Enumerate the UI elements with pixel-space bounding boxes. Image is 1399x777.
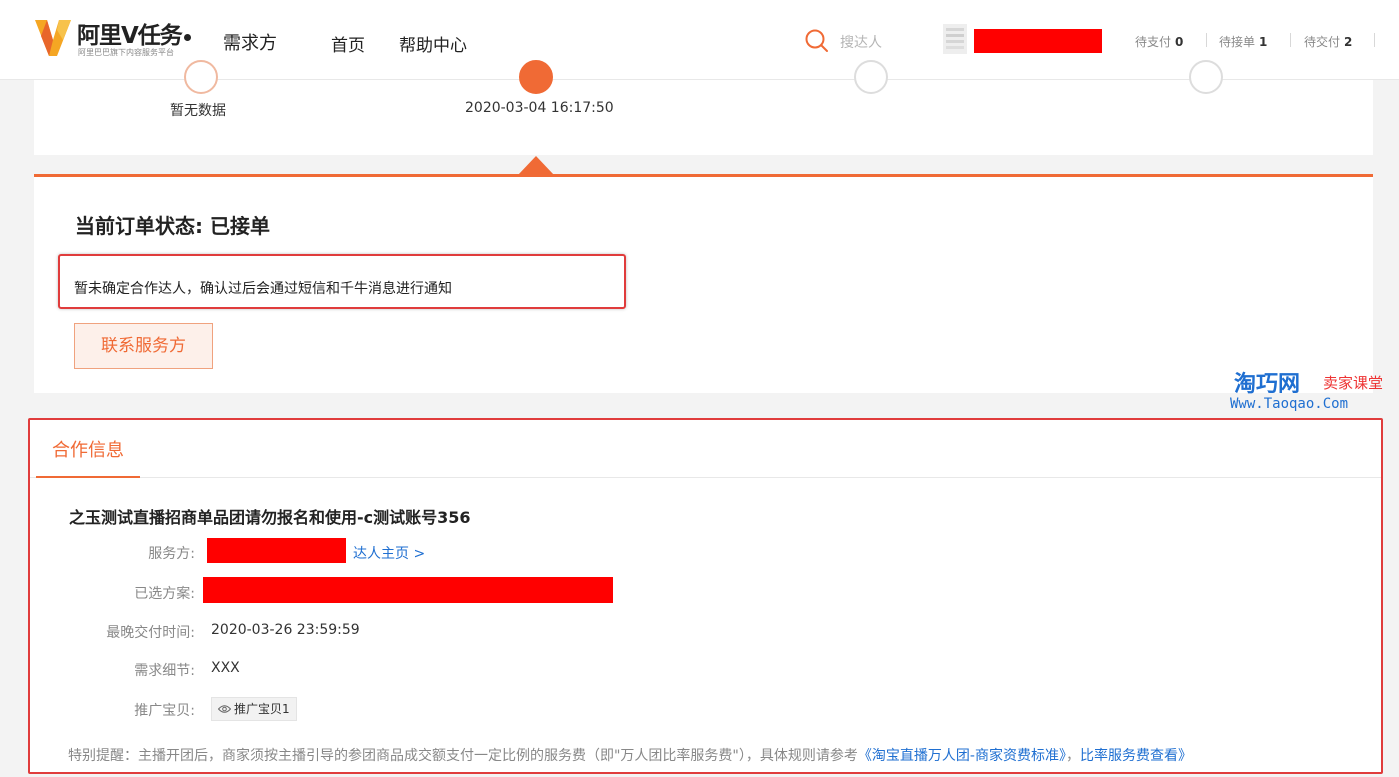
nav-home[interactable]: 首页 [331,31,365,56]
provider-homepage-link[interactable]: 达人主页 > [353,543,425,563]
nav-help-center[interactable]: 帮助中心 [399,31,467,56]
avatar[interactable] [940,20,970,58]
watermark: 淘巧网 卖家课堂 Www.Taoqao.Com [1228,366,1398,416]
divider [1374,33,1375,47]
order-status-title: 当前订单状态: 已接单 [75,214,270,238]
v-logo-icon [35,20,71,56]
detail-label: 需求细节: [134,663,195,679]
watermark-tag: 卖家课堂 [1323,374,1384,392]
logo-subtitle: 阿里巴巴旗下内容服务平台 [78,48,174,57]
eye-icon [217,705,232,713]
stat-pending-accept[interactable]: 待接单 1 [1219,33,1267,50]
provider-redacted [207,538,346,563]
cooperation-name: 之玉测试直播招商单品团请勿报名和使用-c测试账号356 [69,508,471,527]
reminder-separator: ， [1065,748,1080,764]
role-label: 需求方 [223,33,277,54]
notice-box: 暂未确定合作达人，确认过后会通过短信和千牛消息进行通知 [58,254,626,309]
order-status-card: 当前订单状态: 已接单 暂未确定合作达人，确认过后会通过短信和千牛消息进行通知 … [34,177,1373,393]
search-box[interactable]: 搜达人 [805,28,915,54]
stat-pending-delivery[interactable]: 待交付 2 [1304,33,1352,50]
step-date: 2020-03-04 16:17:50 [465,100,614,116]
search-icon[interactable] [805,28,829,54]
cooperation-header: 合作信息 [30,420,1381,478]
status-pointer [518,156,554,175]
contact-provider-button[interactable]: 联系服务方 [74,323,213,369]
plan-redacted [203,577,613,603]
cooperation-info-card: 合作信息 之玉测试直播招商单品团请勿报名和使用-c测试账号356 服务方: 达人… [28,418,1383,774]
deadline-label: 最晚交付时间: [106,625,195,641]
tab-cooperation-info[interactable]: 合作信息 [36,420,140,478]
watermark-brand: 淘巧网 [1234,372,1301,397]
logo[interactable]: 阿里V任务 阿里巴巴旗下内容服务平台 [33,16,213,60]
detail-value: XXX [211,660,240,676]
progress-steps: 暂无数据 2020-03-04 16:17:50 [34,60,1373,155]
promoted-item-tag[interactable]: 推广宝贝1 [211,697,297,721]
notice-text: 暂未确定合作达人，确认过后会通过短信和千牛消息进行通知 [74,281,452,297]
stat-pending-payment[interactable]: 待支付 0 [1135,33,1183,50]
deadline-value: 2020-03-26 23:59:59 [211,622,360,638]
divider [1206,33,1207,47]
promoted-item-name: 推广宝贝1 [234,702,290,716]
reminder-text: 特别提醒：主播开团后，商家须按主播引导的参团商品成交额支付一定比例的服务费（即"… [68,748,858,764]
step-circle [184,60,218,94]
search-input[interactable]: 搜达人 [840,32,882,52]
step-date: 暂无数据 [170,103,226,119]
username-redacted[interactable] [974,29,1102,53]
special-reminder: 特别提醒：主播开团后，商家须按主播引导的参团商品成交额支付一定比例的服务费（即"… [68,745,1192,765]
watermark-url: Www.Taoqao.Com [1230,396,1349,412]
step-circle [1189,60,1223,94]
step-circle-active [519,60,553,94]
provider-label: 服务方: [148,546,195,562]
rate-fee-link[interactable]: 比率服务费查看》 [1080,748,1192,764]
step-circle [854,60,888,94]
plan-label: 已选方案: [134,586,195,602]
fee-standard-link[interactable]: 《淘宝直播万人团-商家资费标准》 [858,748,1066,764]
item-label: 推广宝贝: [134,703,195,719]
logo-title: 阿里V任务 [77,16,191,50]
divider [1290,33,1291,47]
